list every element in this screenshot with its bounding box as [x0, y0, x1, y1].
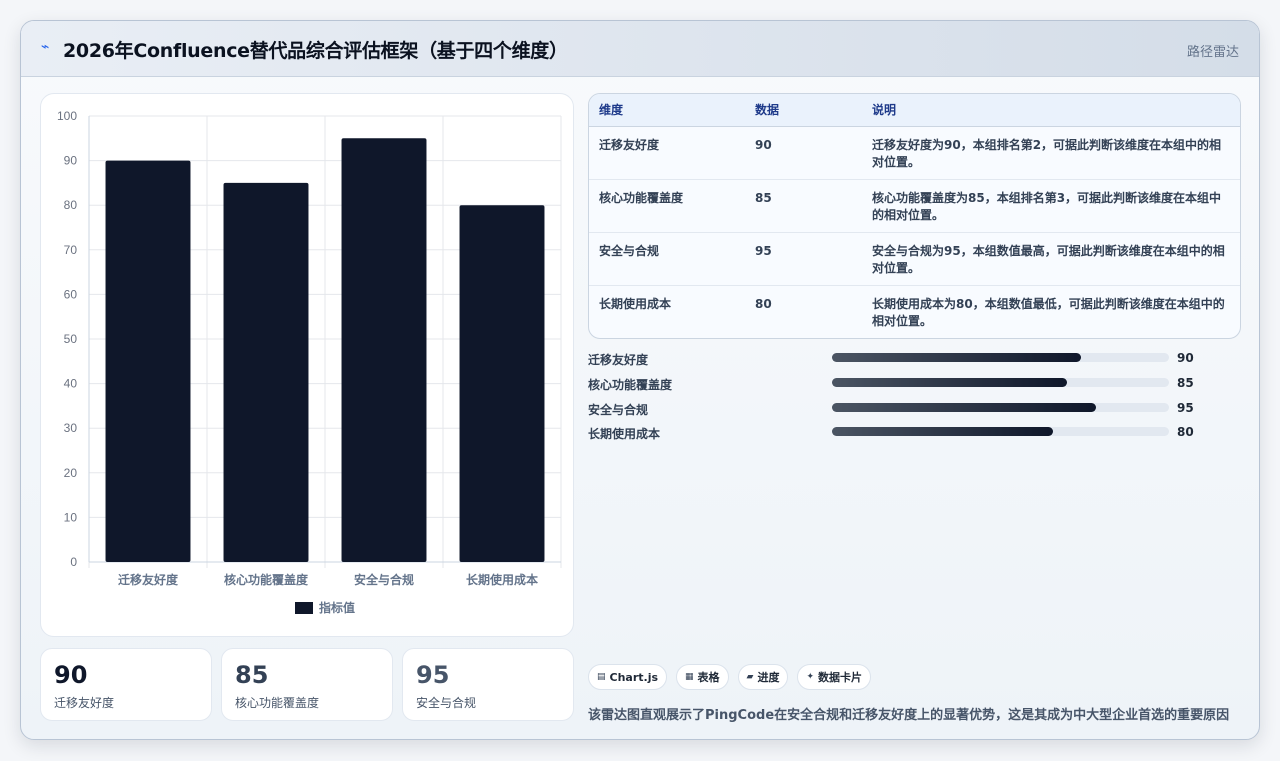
y-tick-label: 50 [64, 332, 78, 346]
chip-label: 进度 [757, 671, 780, 684]
chip-label: 表格 [697, 671, 720, 684]
chart-caption: 该雷达图直观展示了PingCode在安全合规和迁移友好度上的显著优势，这是其成为… [588, 708, 1230, 723]
y-tick-label: 40 [64, 377, 78, 391]
table-row: 迁移友好度 90 迁移友好度为90，本组排名第2，可据此判断该维度在本组中的相对… [589, 126, 1240, 180]
y-tick-label: 20 [64, 466, 78, 480]
progress-track [832, 353, 1169, 362]
data-table: 维度 数据 说明 迁移友好度 90 迁移友好度为90，本组排名第2，可据此判断该… [589, 94, 1240, 338]
cell-dimension: 安全与合规 [589, 232, 745, 286]
report-window: ⌁ 2026年Confluence替代品综合评估框架（基于四个维度） 路径雷达 … [20, 20, 1260, 740]
cell-dimension: 核心功能覆盖度 [589, 179, 745, 233]
x-tick-label: 安全与合规 [354, 572, 414, 587]
column-header: 维度 [589, 94, 745, 127]
y-tick-label: 70 [64, 243, 78, 257]
x-tick-label: 核心功能覆盖度 [224, 572, 309, 587]
y-tick-label: 0 [70, 555, 77, 569]
y-tick-label: 30 [64, 421, 78, 435]
stat-value: 90 [54, 661, 88, 689]
progress-label: 迁移友好度 [588, 353, 649, 367]
legend-swatch [295, 602, 313, 614]
cell-description: 核心功能覆盖度为85，本组排名第3，可据此判断该维度在本组中的相对位置。 [862, 179, 1240, 233]
bar-chart: 0 10 20 30 40 50 60 70 80 90 100 迁移友好度 核心功能覆盖度 安全与合规 长… [57, 109, 562, 615]
stat-value: 95 [416, 661, 450, 689]
stat-label: 核心功能覆盖度 [235, 696, 320, 710]
progress-label: 安全与合规 [588, 402, 649, 417]
cell-dimension: 迁移友好度 [589, 126, 745, 180]
legend-label: 指标值 [319, 600, 355, 615]
chip-data-card[interactable]: ✦ 数据卡片 [797, 664, 872, 690]
y-tick-label: 90 [64, 154, 78, 168]
y-tick-label: 100 [57, 109, 77, 123]
stat-value: 85 [235, 661, 269, 689]
y-tick-label: 60 [64, 287, 78, 301]
header-tag[interactable]: 路径雷达 [1187, 41, 1239, 60]
cell-value: 95 [745, 232, 862, 286]
cell-value: 90 [745, 126, 862, 180]
progress-row: 长期使用成本 80 [588, 425, 1241, 450]
progress-value: 85 [1177, 375, 1194, 390]
column-header: 说明 [862, 94, 1240, 127]
chip-chartjs[interactable]: ▤ Chart.js [588, 664, 668, 690]
table-row: 安全与合规 95 安全与合规为95，本组数值最高，可据此判断该维度在本组中的相对… [589, 232, 1240, 286]
progress-fill [832, 402, 1096, 412]
spark-icon: ⌁ [41, 39, 50, 55]
stat-label: 安全与合规 [416, 696, 477, 710]
data-table-card: 维度 数据 说明 迁移友好度 90 迁移友好度为90，本组排名第2，可据此判断该… [588, 93, 1241, 339]
progress-value: 95 [1177, 400, 1194, 415]
bar [105, 160, 191, 562]
progress-label: 长期使用成本 [588, 427, 661, 442]
table-row: 长期使用成本 80 长期使用成本为80，本组数值最低，可据此判断该维度在本组中的… [589, 285, 1240, 338]
progress-track [832, 427, 1169, 437]
bar-chart-card: 0 10 20 30 40 50 60 70 80 90 100 迁移友好度 核心功能覆盖度 安全与合规 长… [40, 93, 574, 637]
cell-description: 安全与合规为95，本组数值最高，可据此判断该维度在本组中的相对位置。 [862, 232, 1240, 286]
chip-label: 数据卡片 [818, 671, 863, 684]
chip-table[interactable]: ▦ 表格 [676, 664, 729, 690]
table-header-row: 维度 数据 说明 [589, 94, 1240, 127]
bar [459, 205, 545, 562]
progress-row: 迁移友好度 90 [588, 351, 1241, 376]
progress-track [832, 377, 1169, 387]
chip-label: Chart.js [609, 670, 659, 684]
progress-icon: ▰ [746, 672, 754, 682]
y-tick-label: 80 [64, 198, 78, 212]
cell-description: 长期使用成本为80，本组数值最低，可据此判断该维度在本组中的相对位置。 [872, 296, 1225, 328]
stat-card-1: 90 迁移友好度 [40, 648, 212, 721]
progress-fill [832, 427, 1054, 437]
column-header: 数据 [745, 94, 862, 127]
y-tick-label: 10 [64, 510, 78, 524]
page-title: 2026年Confluence替代品综合评估框架（基于四个维度） [63, 40, 568, 62]
bar [223, 182, 309, 562]
cell-description: 迁移友好度为90，本组排名第2，可据此判断该维度在本组中的相对位置。 [862, 126, 1240, 180]
chip-progress[interactable]: ▰ 进度 [737, 664, 789, 690]
stat-card-3: 95 安全与合规 [402, 648, 574, 721]
progress-row: 核心功能覆盖度 85 [588, 376, 1241, 401]
progress-value: 80 [1177, 425, 1194, 440]
header-bar: ⌁ 2026年Confluence替代品综合评估框架（基于四个维度） 路径雷达 [21, 21, 1259, 77]
chart-icon: ▤ [597, 672, 606, 682]
x-tick-label: 长期使用成本 [466, 572, 538, 587]
table-icon: ▦ [685, 672, 694, 682]
cell-value: 85 [745, 179, 862, 233]
feature-chips: ▤ Chart.js ▦ 表格 ▰ 进度 ✦ 数据卡片 [588, 664, 872, 690]
bar [341, 138, 427, 563]
card-icon: ✦ [806, 672, 815, 682]
stat-label: 迁移友好度 [54, 696, 115, 710]
progress-value: 90 [1177, 351, 1194, 365]
stat-card-2: 85 核心功能覆盖度 [221, 648, 393, 721]
progress-track [832, 402, 1169, 412]
x-tick-label: 迁移友好度 [118, 572, 179, 587]
progress-fill [832, 353, 1082, 362]
progress-fill [832, 377, 1068, 387]
progress-label: 核心功能覆盖度 [588, 377, 673, 392]
cell-dimension: 长期使用成本 [599, 296, 672, 311]
table-row: 核心功能覆盖度 85 核心功能覆盖度为85，本组排名第3，可据此判断该维度在本组… [589, 179, 1240, 233]
cell-value: 80 [755, 296, 772, 311]
progress-list: 迁移友好度 90 核心功能覆盖度 85 安全与合规 95 长期使用成本 80 [588, 351, 1241, 450]
progress-row: 安全与合规 95 [588, 401, 1241, 426]
